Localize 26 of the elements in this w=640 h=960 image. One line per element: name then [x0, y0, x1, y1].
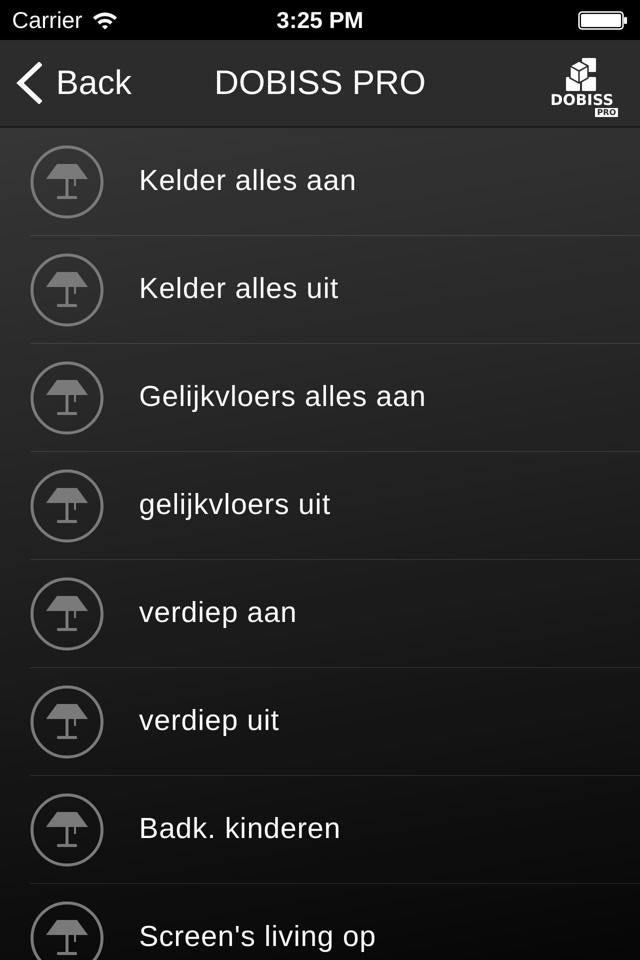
- nav-title: DOBISS PRO: [213, 64, 426, 102]
- logo-badge: PRO: [595, 108, 618, 117]
- scene-label[interactable]: verdiep uit: [139, 705, 280, 738]
- back-button[interactable]: Back: [16, 62, 132, 104]
- carrier-name: Carrier: [12, 6, 82, 34]
- lamp-icon[interactable]: [30, 900, 104, 960]
- chevron-left-icon: [16, 62, 42, 104]
- scene-label[interactable]: Kelder alles aan: [139, 165, 357, 198]
- scene-label[interactable]: gelijkvloers uit: [139, 489, 331, 522]
- battery-icon: [578, 10, 628, 30]
- scene-label[interactable]: Kelder alles uit: [139, 273, 339, 306]
- scene-label[interactable]: verdiep aan: [139, 597, 298, 630]
- lamp-icon[interactable]: [30, 252, 104, 326]
- logo-text: DOBISS: [550, 93, 614, 108]
- scene-label[interactable]: Badk. kinderen: [139, 813, 341, 846]
- wifi-icon: [92, 10, 118, 30]
- status-time: 3:25 PM: [276, 6, 364, 34]
- lamp-icon[interactable]: [30, 360, 104, 434]
- cubes-icon: [565, 57, 599, 93]
- scene-label[interactable]: Screen's living op: [139, 921, 376, 954]
- lamp-icon[interactable]: [30, 684, 104, 758]
- lamp-icon[interactable]: [30, 144, 104, 218]
- lamp-icon[interactable]: [30, 468, 104, 542]
- scene-label[interactable]: Gelijkvloers alles aan: [139, 381, 426, 414]
- lamp-icon[interactable]: [30, 792, 104, 866]
- lamp-icon[interactable]: [30, 576, 104, 650]
